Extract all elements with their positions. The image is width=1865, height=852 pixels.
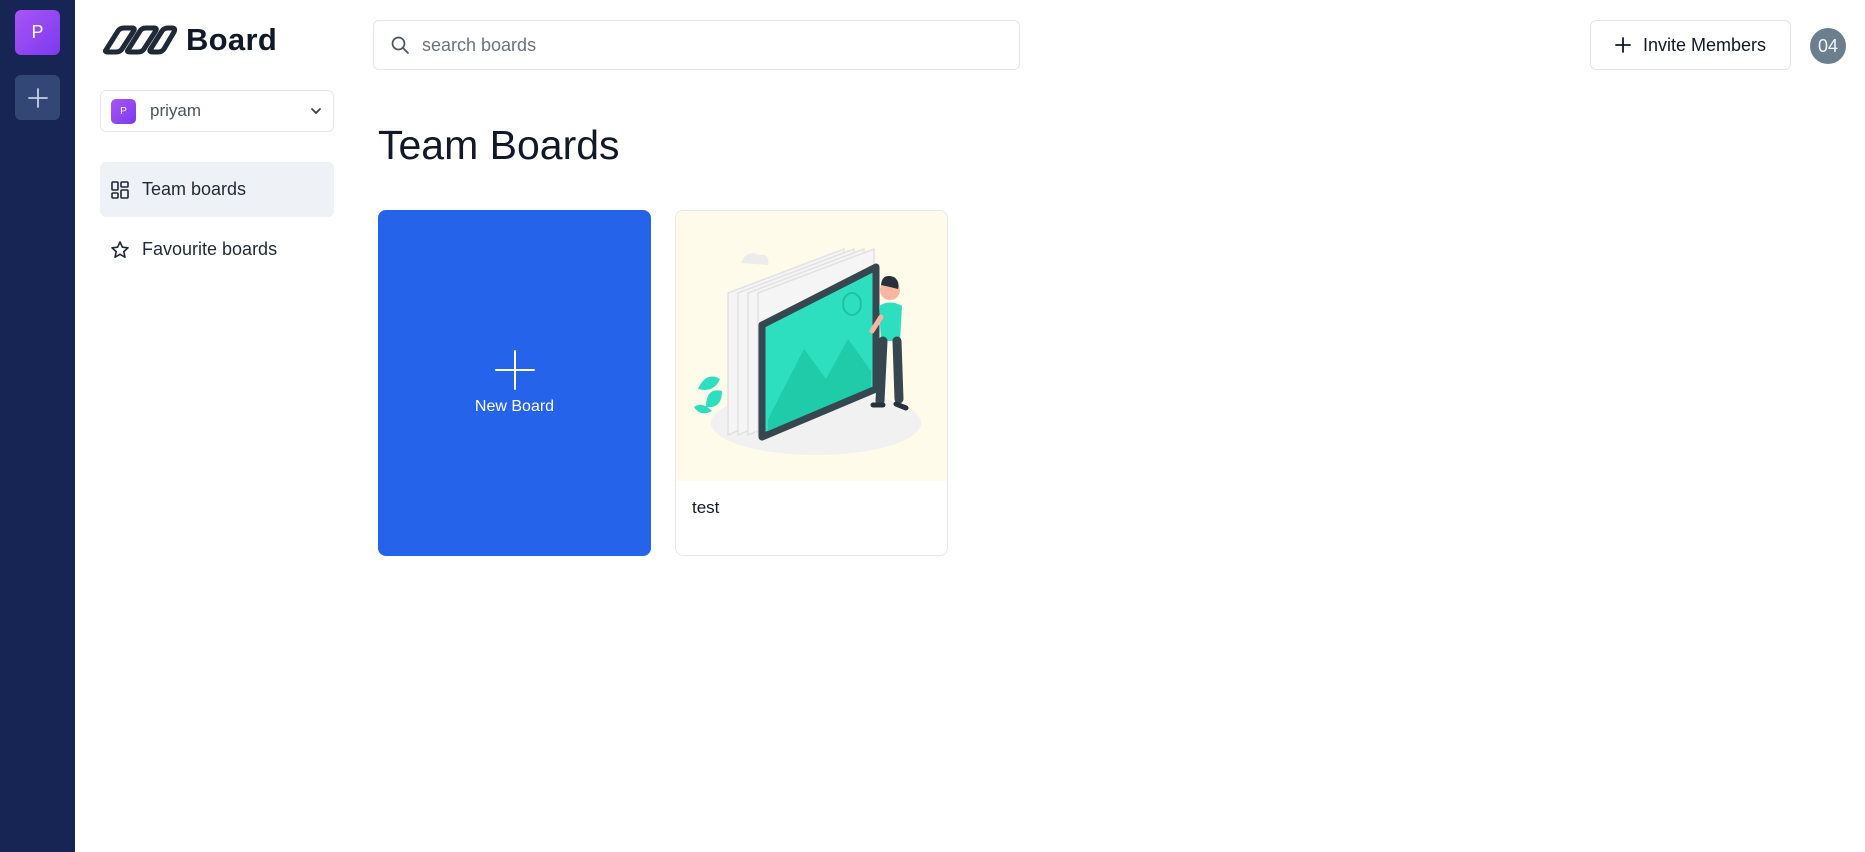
dashboard-grid-icon [111,180,129,199]
plus-icon [1615,37,1631,53]
search-input[interactable] [422,34,982,56]
org-rail: P [0,0,75,852]
add-org-button[interactable] [15,75,60,120]
user-avatar-text: 04 [1817,35,1839,56]
search-bar[interactable] [373,20,1020,70]
infinity-logo-icon [102,25,178,55]
sidebar: Board P priyam Team boards Favourite boa… [100,0,334,852]
plus-icon [494,350,535,390]
org-button[interactable]: P [15,10,60,55]
org-switcher[interactable]: P priyam [100,90,334,132]
user-avatar[interactable]: 04 [1810,28,1846,64]
org-avatar: P [111,98,136,124]
nav-team-boards[interactable]: Team boards [100,162,334,217]
new-board-button[interactable]: New Board [378,210,651,556]
nav-favourite-boards-label: Favourite boards [142,239,278,259]
plant-leaves [694,376,722,414]
org-switcher-name: priyam [150,101,202,120]
page-title: Team Boards [378,122,620,168]
search-icon [391,36,409,54]
board-illustration [694,247,921,455]
star-icon [111,240,129,258]
logo-text: Board [186,22,278,57]
app-logo[interactable]: Board [100,20,277,60]
plus-icon [27,87,48,108]
new-board-label: New Board [474,398,555,415]
invite-members-label: Invite Members [1642,34,1767,55]
board-thumbnail [676,211,947,481]
invite-members-button[interactable]: Invite Members [1590,20,1791,70]
org-switcher-initial: P [120,105,127,117]
board-card[interactable]: test [675,210,948,556]
board-title: test [692,498,720,517]
nav-favourite-boards[interactable]: Favourite boards [100,222,334,277]
nav-team-boards-label: Team boards [142,179,247,199]
chevron-down-icon [311,108,321,114]
org-initial: P [31,22,44,42]
